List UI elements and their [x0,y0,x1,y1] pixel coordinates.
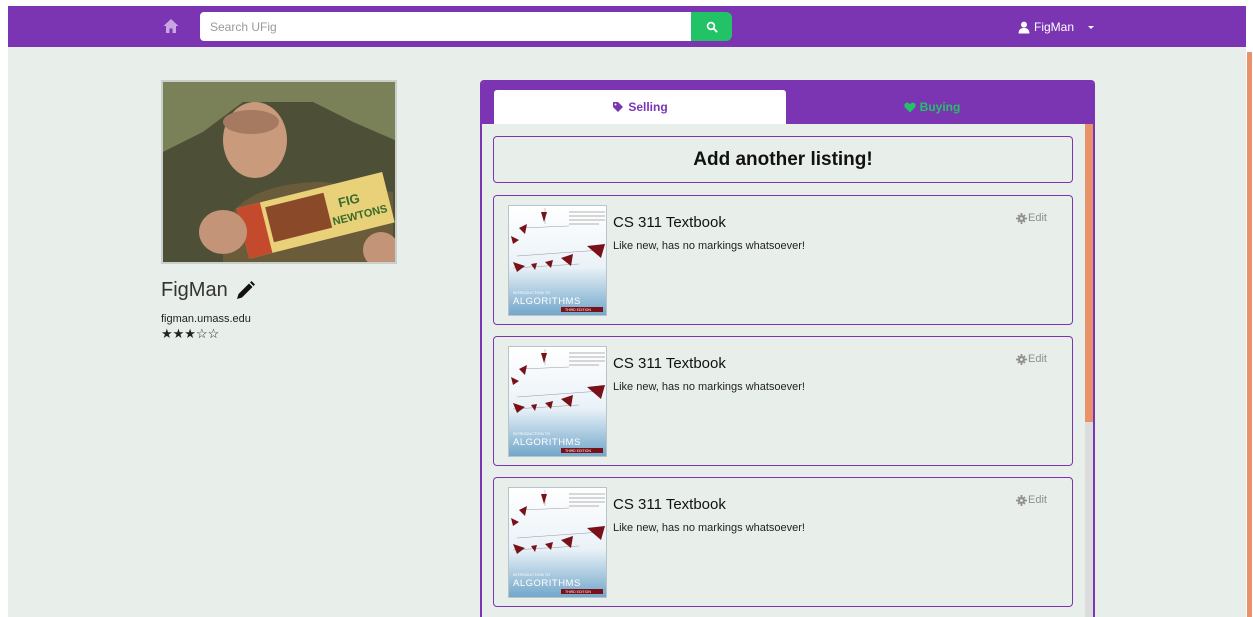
listing-title[interactable]: CS 311 Textbook [613,496,726,513]
book-cover-image: INTRODUCTION TO ALGORITHMS THIRD EDITION [508,205,607,316]
listing-card: INTRODUCTION TO ALGORITHMS THIRD EDITION… [493,336,1073,466]
pencil-icon[interactable] [234,280,256,302]
tab-buying[interactable]: Buying [786,90,1078,124]
listing-description: Like new, has no markings whatsoever! [613,381,805,393]
profile-photo-image: FIG NEWTONS [163,82,395,262]
cover-title: ALGORITHMS [513,437,581,448]
profile-name: FigMan [161,279,228,301]
tab-selling-label: Selling [628,100,668,114]
tab-selling[interactable]: Selling [494,90,786,124]
edit-label: Edit [1028,353,1047,365]
gear-icon [1016,353,1027,365]
navbar: FigMan [8,6,1246,47]
edit-label: Edit [1028,494,1047,506]
listing-title[interactable]: CS 311 Textbook [613,355,726,372]
page-scrollbar[interactable] [1246,0,1253,617]
book-cover-image: INTRODUCTION TO ALGORITHMS THIRD EDITION [508,346,607,457]
gear-icon [1016,212,1027,224]
add-listing-button[interactable]: Add another listing! [493,136,1073,183]
cover-edition: THIRD EDITION [565,308,591,312]
book-cover-image: INTRODUCTION TO ALGORITHMS THIRD EDITION [508,487,607,598]
cover-title: ALGORITHMS [513,296,581,307]
profile-photo: FIG NEWTONS [161,80,397,264]
cover-series: INTRODUCTION TO [513,572,550,577]
search-icon [706,21,718,33]
user-icon [1018,21,1030,33]
tag-icon [613,102,624,112]
username-label: FigMan [1034,20,1075,34]
cover-series: INTRODUCTION TO [513,290,550,295]
cover-edition: THIRD EDITION [565,449,591,453]
panel-scrollbar-thumb[interactable] [1085,124,1093,422]
page-frame: FigMan FIG NEWTONS FigMan [8,6,1246,617]
page-scrollbar-thumb[interactable] [1247,52,1252,617]
edit-label: Edit [1028,212,1047,224]
listing-card: INTRODUCTION TO ALGORITHMS THIRD EDITION… [493,195,1073,325]
chevron-down-icon [1088,25,1095,29]
heart-icon [903,102,916,112]
edit-button[interactable]: Edit [1016,212,1047,224]
home-icon[interactable] [162,17,180,35]
cover-series: INTRODUCTION TO [513,431,550,436]
profile-name-row: FigMan [161,279,256,302]
listings-panel: Selling Buying Add another listing! INTR… [480,80,1095,617]
star-rating: ★★★☆☆ [161,326,220,341]
edit-button[interactable]: Edit [1016,494,1047,506]
listing-title[interactable]: CS 311 Textbook [613,214,726,231]
cover-edition: THIRD EDITION [565,590,591,594]
tab-bar: Selling Buying [482,82,1093,124]
gear-icon [1016,494,1027,506]
listing-card: INTRODUCTION TO ALGORITHMS THIRD EDITION… [493,477,1073,607]
profile-email: figman.umass.edu [161,313,251,325]
listing-description: Like new, has no markings whatsoever! [613,522,805,534]
user-menu[interactable]: FigMan [1018,17,1095,37]
edit-button[interactable]: Edit [1016,353,1047,365]
panel-scrollbar[interactable] [1085,124,1093,617]
search-button[interactable] [691,12,732,41]
search-input[interactable] [200,12,692,41]
listing-description: Like new, has no markings whatsoever! [613,240,805,252]
tab-buying-label: Buying [919,100,961,114]
cover-title: ALGORITHMS [513,578,581,589]
